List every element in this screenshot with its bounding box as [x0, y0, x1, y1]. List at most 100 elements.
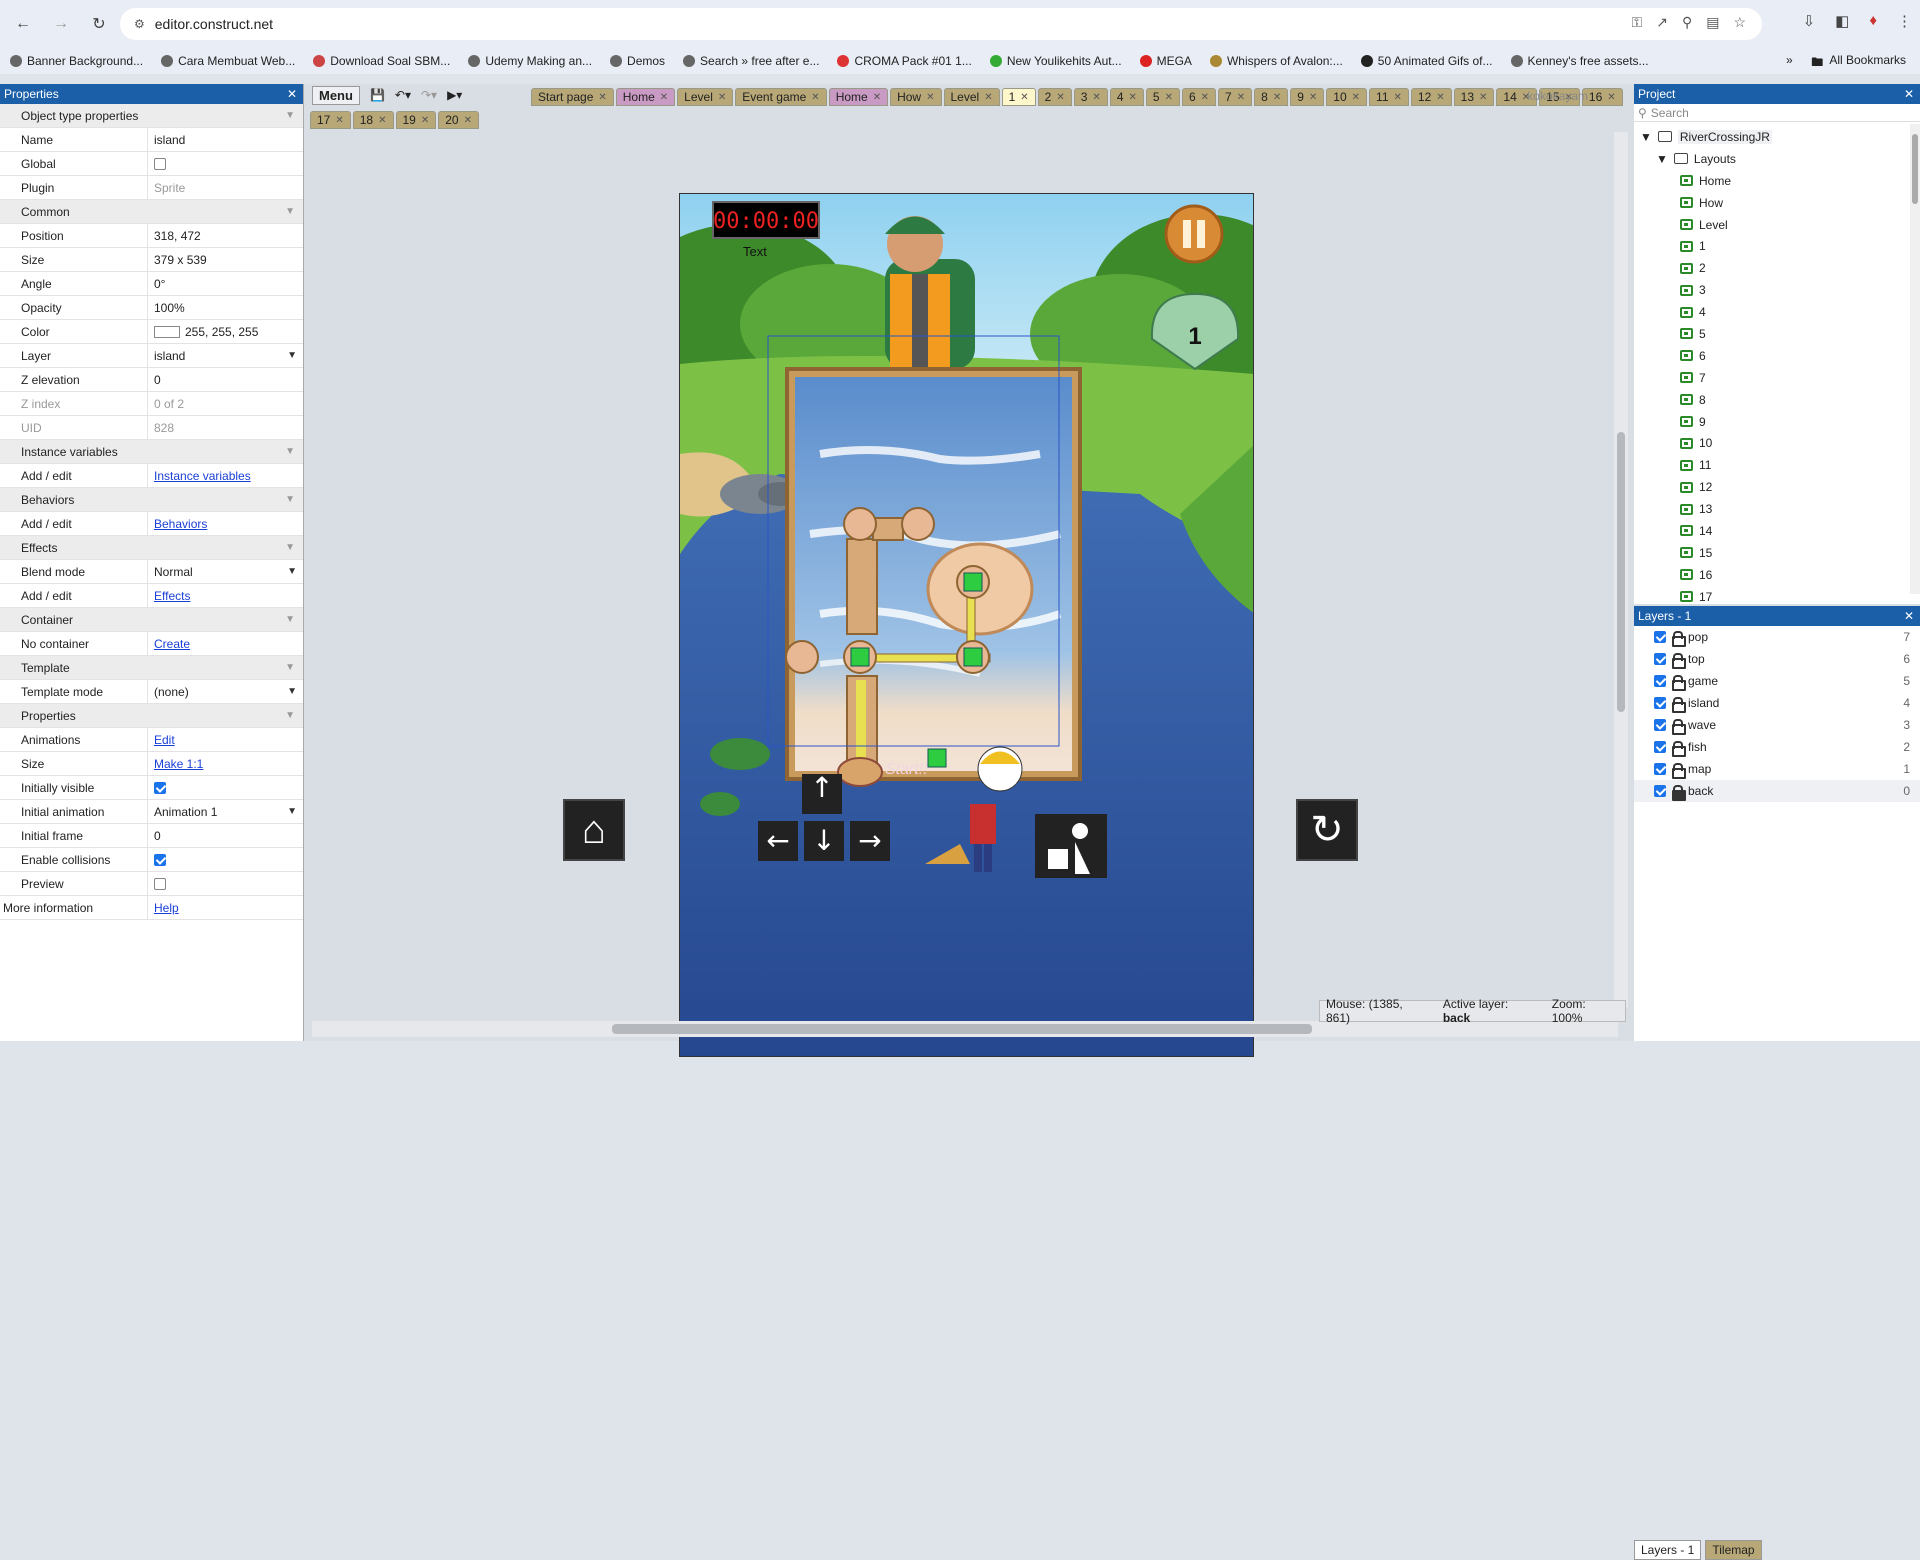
layout-tab[interactable]: 1 ✕ [1001, 88, 1036, 106]
download-icon[interactable]: ⇩ [1803, 12, 1816, 30]
property-link[interactable]: Effects [154, 589, 190, 603]
dropdown-arrow-icon[interactable]: ▼ [287, 350, 297, 361]
layout-tab[interactable]: 7 ✕ [1218, 88, 1253, 106]
close-tab-icon[interactable]: ✕ [1237, 92, 1245, 103]
close-tab-icon[interactable]: ✕ [378, 115, 386, 126]
close-tab-icon[interactable]: ✕ [1129, 92, 1137, 103]
layout-tab[interactable]: Home ✕ [615, 88, 676, 106]
property-link[interactable]: Create [154, 637, 190, 651]
property-link[interactable]: Behaviors [154, 517, 207, 531]
bookmark-item[interactable]: Cara Membuat Web... [161, 54, 295, 68]
property-category[interactable]: Effects ▼ [0, 536, 303, 560]
tree-item-layout[interactable]: 3 [1634, 279, 1920, 301]
tree-root[interactable]: ▼ RiverCrossingJR [1634, 126, 1920, 148]
close-tab-icon[interactable]: ✕ [1607, 92, 1615, 103]
close-tab-icon[interactable]: ✕ [1352, 92, 1360, 103]
lock-icon[interactable] [1672, 785, 1686, 801]
bookmark-item[interactable]: New Youlikehits Aut... [989, 54, 1122, 68]
tree-item-layout[interactable]: 16 [1634, 564, 1920, 586]
sidepanel-icon[interactable]: ◧ [1835, 12, 1849, 30]
property-link[interactable]: Instance variables [154, 469, 251, 483]
bookmark-item[interactable]: Demos [610, 54, 665, 68]
close-tab-icon[interactable]: ✕ [660, 92, 668, 103]
extension-icon[interactable]: ♦ [1869, 12, 1877, 30]
collapse-chevron-icon[interactable]: ▼ [285, 542, 295, 553]
layout-tab[interactable]: 2 ✕ [1037, 88, 1072, 106]
layer-row[interactable]: wave 3 [1634, 714, 1920, 736]
forward-arrow-icon[interactable]: → [46, 9, 76, 39]
bookmark-item[interactable]: 50 Animated Gifs of... [1360, 54, 1493, 68]
tree-item-layout[interactable]: 12 [1634, 476, 1920, 498]
value-text[interactable]: Normal [154, 565, 193, 579]
tree-item-layout[interactable]: How [1634, 192, 1920, 214]
back-arrow-icon[interactable]: ← [8, 9, 38, 39]
layer-row[interactable]: back 0 [1634, 780, 1920, 802]
lock-icon[interactable] [1672, 697, 1686, 713]
layer-visible-checkbox[interactable] [1654, 741, 1666, 753]
close-tab-icon[interactable]: ✕ [1436, 92, 1444, 103]
layout-tab[interactable]: 4 ✕ [1109, 88, 1144, 106]
collapse-chevron-icon[interactable]: ▼ [285, 110, 295, 121]
close-icon[interactable]: ✕ [1904, 609, 1914, 623]
close-tab-icon[interactable]: ✕ [335, 115, 343, 126]
page-icon[interactable]: ▤ [1706, 14, 1719, 31]
layer-visible-checkbox[interactable] [1654, 763, 1666, 775]
layer-visible-checkbox[interactable] [1654, 675, 1666, 687]
layer-row[interactable]: pop 7 [1634, 626, 1920, 648]
layout-tab[interactable]: 3 ✕ [1073, 88, 1108, 106]
color-swatch[interactable] [154, 325, 180, 338]
property-category[interactable]: Container ▼ [0, 608, 303, 632]
layout-tab[interactable]: 9 ✕ [1290, 88, 1325, 106]
property-link[interactable]: Help [154, 901, 179, 915]
layout-tab[interactable]: 13 ✕ [1453, 88, 1495, 106]
value-text[interactable]: island [154, 349, 185, 363]
collapse-chevron-icon[interactable]: ▼ [285, 446, 295, 457]
close-tab-icon[interactable]: ✕ [1056, 92, 1064, 103]
save-icon[interactable]: 💾 [370, 88, 385, 102]
property-category[interactable]: Properties ▼ [0, 704, 303, 728]
property-value[interactable]: (none) ▼ [148, 680, 303, 703]
tree-item-layout[interactable]: 10 [1634, 432, 1920, 454]
bookmark-item[interactable]: Udemy Making an... [468, 54, 592, 68]
layout-tab[interactable]: How ✕ [890, 88, 942, 106]
undo-icon[interactable]: ↶▾ [395, 88, 411, 102]
layout-tab[interactable]: 12 ✕ [1410, 88, 1452, 106]
value-text[interactable]: 0 [154, 829, 161, 843]
zoom-icon[interactable]: ⚲ [1682, 14, 1692, 31]
property-category[interactable]: Behaviors ▼ [0, 488, 303, 512]
lock-icon[interactable] [1672, 719, 1686, 735]
address-bar[interactable]: ⚙ editor.construct.net ⚿ ↗ ⚲ ▤ ☆ [120, 8, 1762, 40]
close-tab-icon[interactable]: ✕ [1092, 92, 1100, 103]
tree-item-layout[interactable]: 11 [1634, 454, 1920, 476]
star-bookmark-icon[interactable]: ☆ [1733, 14, 1746, 31]
layout-tab[interactable]: 5 ✕ [1145, 88, 1180, 106]
tree-item-layout[interactable]: 9 [1634, 411, 1920, 433]
checkbox[interactable] [154, 877, 166, 890]
tree-item-layout[interactable]: 15 [1634, 542, 1920, 564]
value-text[interactable]: island [154, 133, 185, 147]
menu-button[interactable]: Menu [312, 85, 360, 105]
layer-visible-checkbox[interactable] [1654, 785, 1666, 797]
lock-icon[interactable] [1672, 675, 1686, 691]
chevron-more-icon[interactable]: » [1786, 53, 1793, 74]
all-bookmarks[interactable]: » 🖿 All Bookmarks [1786, 53, 1906, 74]
bookmark-item[interactable]: Banner Background... [10, 54, 143, 68]
project-scrollbar[interactable] [1910, 124, 1920, 594]
property-value[interactable]: Animation 1 ▼ [148, 800, 303, 823]
bookmark-item[interactable]: MEGA [1139, 54, 1192, 68]
game-layout[interactable]: 00:00:00 Text 1 Start!! ↑ ← ↓ → [679, 193, 1254, 1057]
layout-tab[interactable]: 6 ✕ [1181, 88, 1217, 106]
close-tab-icon[interactable]: ✕ [598, 92, 606, 103]
value-text[interactable]: 0° [154, 277, 165, 291]
layer-visible-checkbox[interactable] [1654, 631, 1666, 643]
close-tab-icon[interactable]: ✕ [421, 115, 429, 126]
tree-item-layout[interactable]: Level [1634, 214, 1920, 236]
close-tab-icon[interactable]: ✕ [1201, 92, 1209, 103]
tree-item-layout[interactable]: 6 [1634, 345, 1920, 367]
layout-tab[interactable]: 19 ✕ [395, 111, 437, 129]
lock-icon[interactable] [1672, 763, 1686, 779]
bookmark-item[interactable]: Search » free after e... [683, 54, 819, 68]
property-link[interactable]: Edit [154, 733, 175, 747]
dropdown-arrow-icon[interactable]: ▼ [287, 686, 297, 697]
layer-visible-checkbox[interactable] [1654, 719, 1666, 731]
